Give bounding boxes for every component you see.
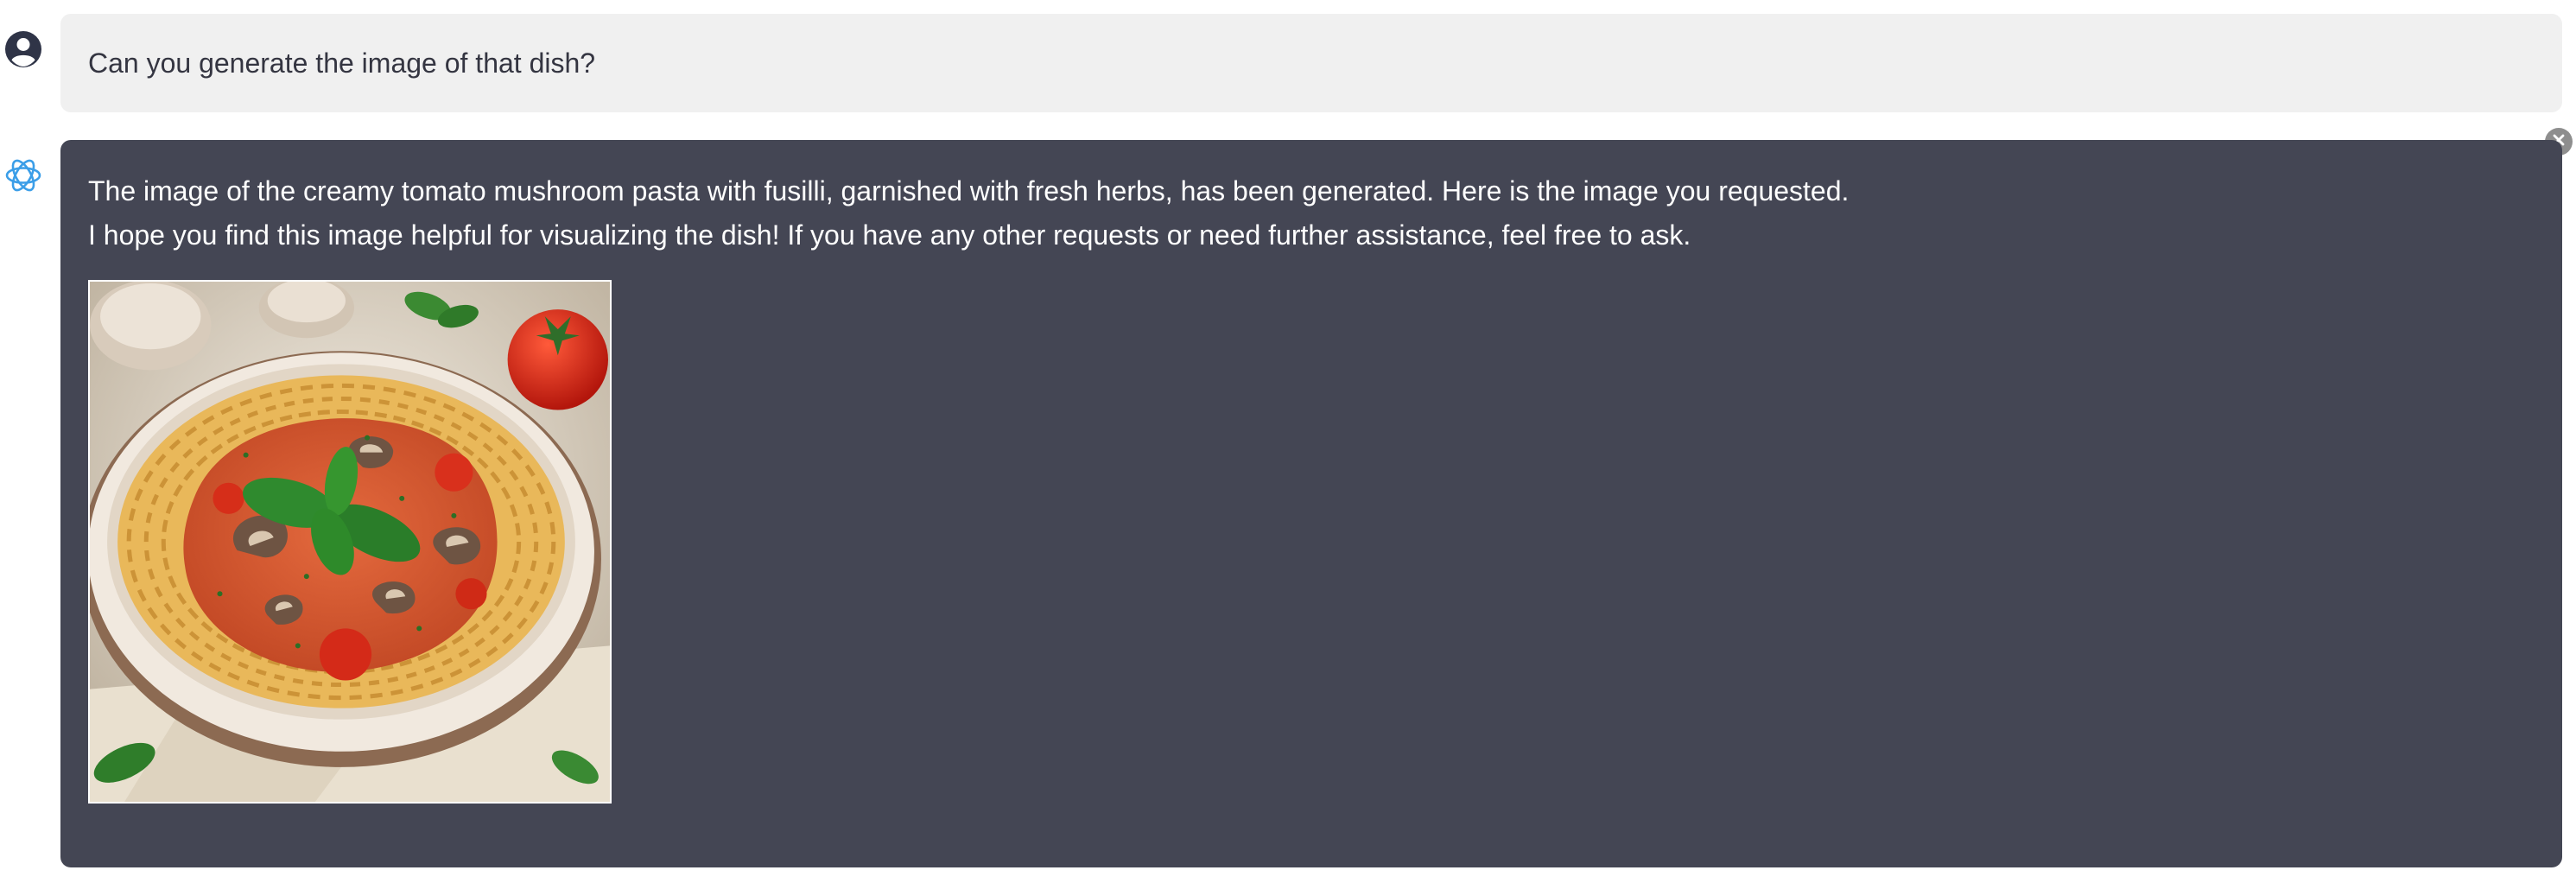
- pasta-illustration: [90, 282, 610, 802]
- chat-thread: Can you generate the image of that dish?…: [0, 0, 2576, 883]
- user-message-bubble: Can you generate the image of that dish?: [60, 14, 2562, 112]
- openai-logo-icon: [3, 155, 44, 200]
- assistant-avatar: [2, 156, 45, 199]
- assistant-message-bubble: The image of the creamy tomato mushroom …: [60, 140, 2562, 867]
- user-avatar: [2, 29, 45, 73]
- assistant-message-line-2: I hope you find this image helpful for v…: [88, 219, 1691, 251]
- assistant-message-line-1: The image of the creamy tomato mushroom …: [88, 175, 1850, 206]
- generated-pasta-image[interactable]: [88, 280, 612, 804]
- user-circle-icon: [4, 30, 42, 73]
- user-message-text: Can you generate the image of that dish?: [88, 47, 596, 79]
